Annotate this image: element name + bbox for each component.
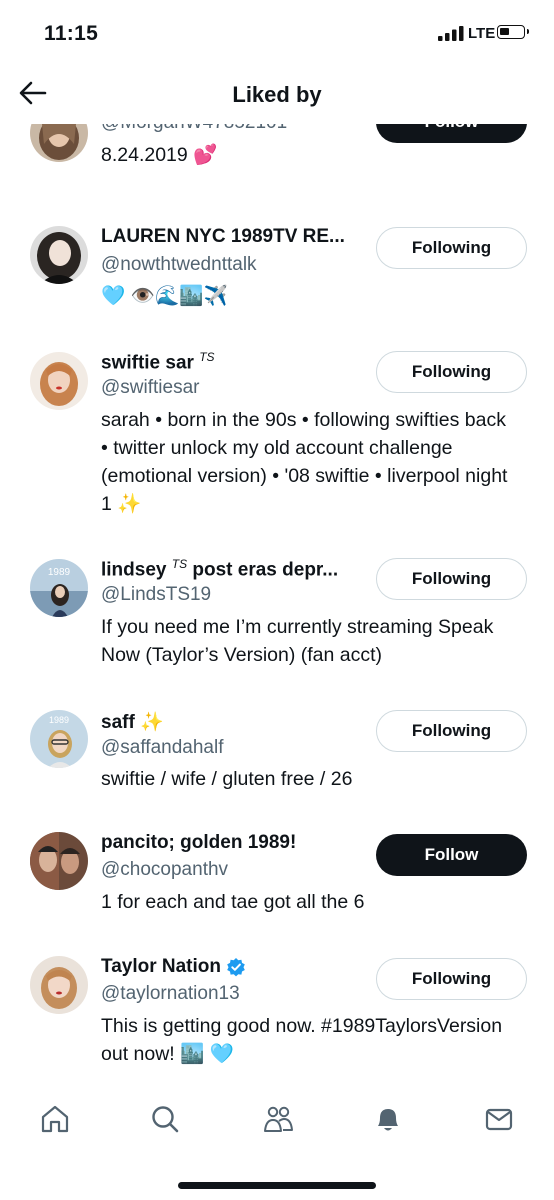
user-handle: @saffandahalf <box>101 737 224 758</box>
ts-badge: TS <box>199 350 215 364</box>
user-bio: 🩵 👁️🌊🏙️✈️ <box>101 285 228 307</box>
svg-text:1989: 1989 <box>48 567 71 578</box>
liked-by-list: @MorganW47852101 8.24.2019 💕 Follow LAUR… <box>0 124 554 1084</box>
notifications-icon[interactable] <box>373 1104 403 1134</box>
avatar[interactable]: 1989 <box>30 559 88 617</box>
user-bio: 1 for each and tae got all the 6 <box>101 891 365 913</box>
avatar[interactable] <box>30 226 88 284</box>
user-handle: @taylornation13 <box>101 983 240 1004</box>
network-label: LTE <box>468 25 496 42</box>
battery-icon <box>497 25 529 39</box>
page-title: Liked by <box>232 82 322 107</box>
user-handle: @MorganW47852101 <box>101 124 287 134</box>
following-button[interactable]: Following <box>376 958 527 1000</box>
follow-button[interactable]: Follow <box>376 124 527 143</box>
user-handle: @nowthtwednttalk <box>101 254 257 275</box>
user-name[interactable]: saff ✨ <box>101 710 164 734</box>
search-icon[interactable] <box>150 1104 180 1134</box>
user-name[interactable]: lindsey TS post eras depr... <box>101 557 338 581</box>
avatar[interactable]: 1989 <box>30 710 88 768</box>
user-name[interactable]: LAUREN NYC 1989TV RE... <box>101 226 345 248</box>
user-name[interactable]: swiftie sar TS <box>101 350 215 374</box>
user-handle: @swiftiesar <box>101 377 200 398</box>
verified-badge-icon <box>227 957 246 977</box>
user-handle: @LindsTS19 <box>101 584 212 605</box>
follow-button[interactable]: Follow <box>376 834 527 876</box>
header: Liked by <box>0 62 554 124</box>
communities-icon[interactable] <box>262 1104 294 1134</box>
svg-text:1989: 1989 <box>49 715 69 725</box>
user-bio: swiftie / wife / gluten free / 26 <box>101 768 353 790</box>
avatar[interactable] <box>30 352 88 410</box>
ts-badge: TS <box>171 557 188 571</box>
user-bio: If you need me I’m currently streaming S… <box>101 616 494 666</box>
following-button[interactable]: Following <box>376 227 527 269</box>
status-bar: 11:15 LTE <box>0 0 554 62</box>
user-name[interactable]: Taylor Nation <box>101 956 246 978</box>
following-button[interactable]: Following <box>376 710 527 752</box>
home-indicator <box>178 1182 376 1189</box>
following-button[interactable]: Following <box>376 558 527 600</box>
messages-icon[interactable] <box>484 1104 514 1134</box>
user-bio: 8.24.2019 💕 <box>101 144 218 166</box>
home-icon[interactable] <box>40 1104 70 1134</box>
signal-icon <box>438 26 464 41</box>
following-button[interactable]: Following <box>376 351 527 393</box>
status-time: 11:15 <box>44 22 99 45</box>
user-name[interactable]: pancito; golden 1989! <box>101 832 296 854</box>
user-bio: sarah • born in the 90s • following swif… <box>101 409 508 515</box>
avatar[interactable] <box>30 124 88 162</box>
avatar[interactable] <box>30 956 88 1014</box>
user-handle: @chocopanthv <box>101 859 229 880</box>
user-bio: This is getting good now. #1989TaylorsVe… <box>101 1015 503 1065</box>
avatar[interactable] <box>30 832 88 890</box>
